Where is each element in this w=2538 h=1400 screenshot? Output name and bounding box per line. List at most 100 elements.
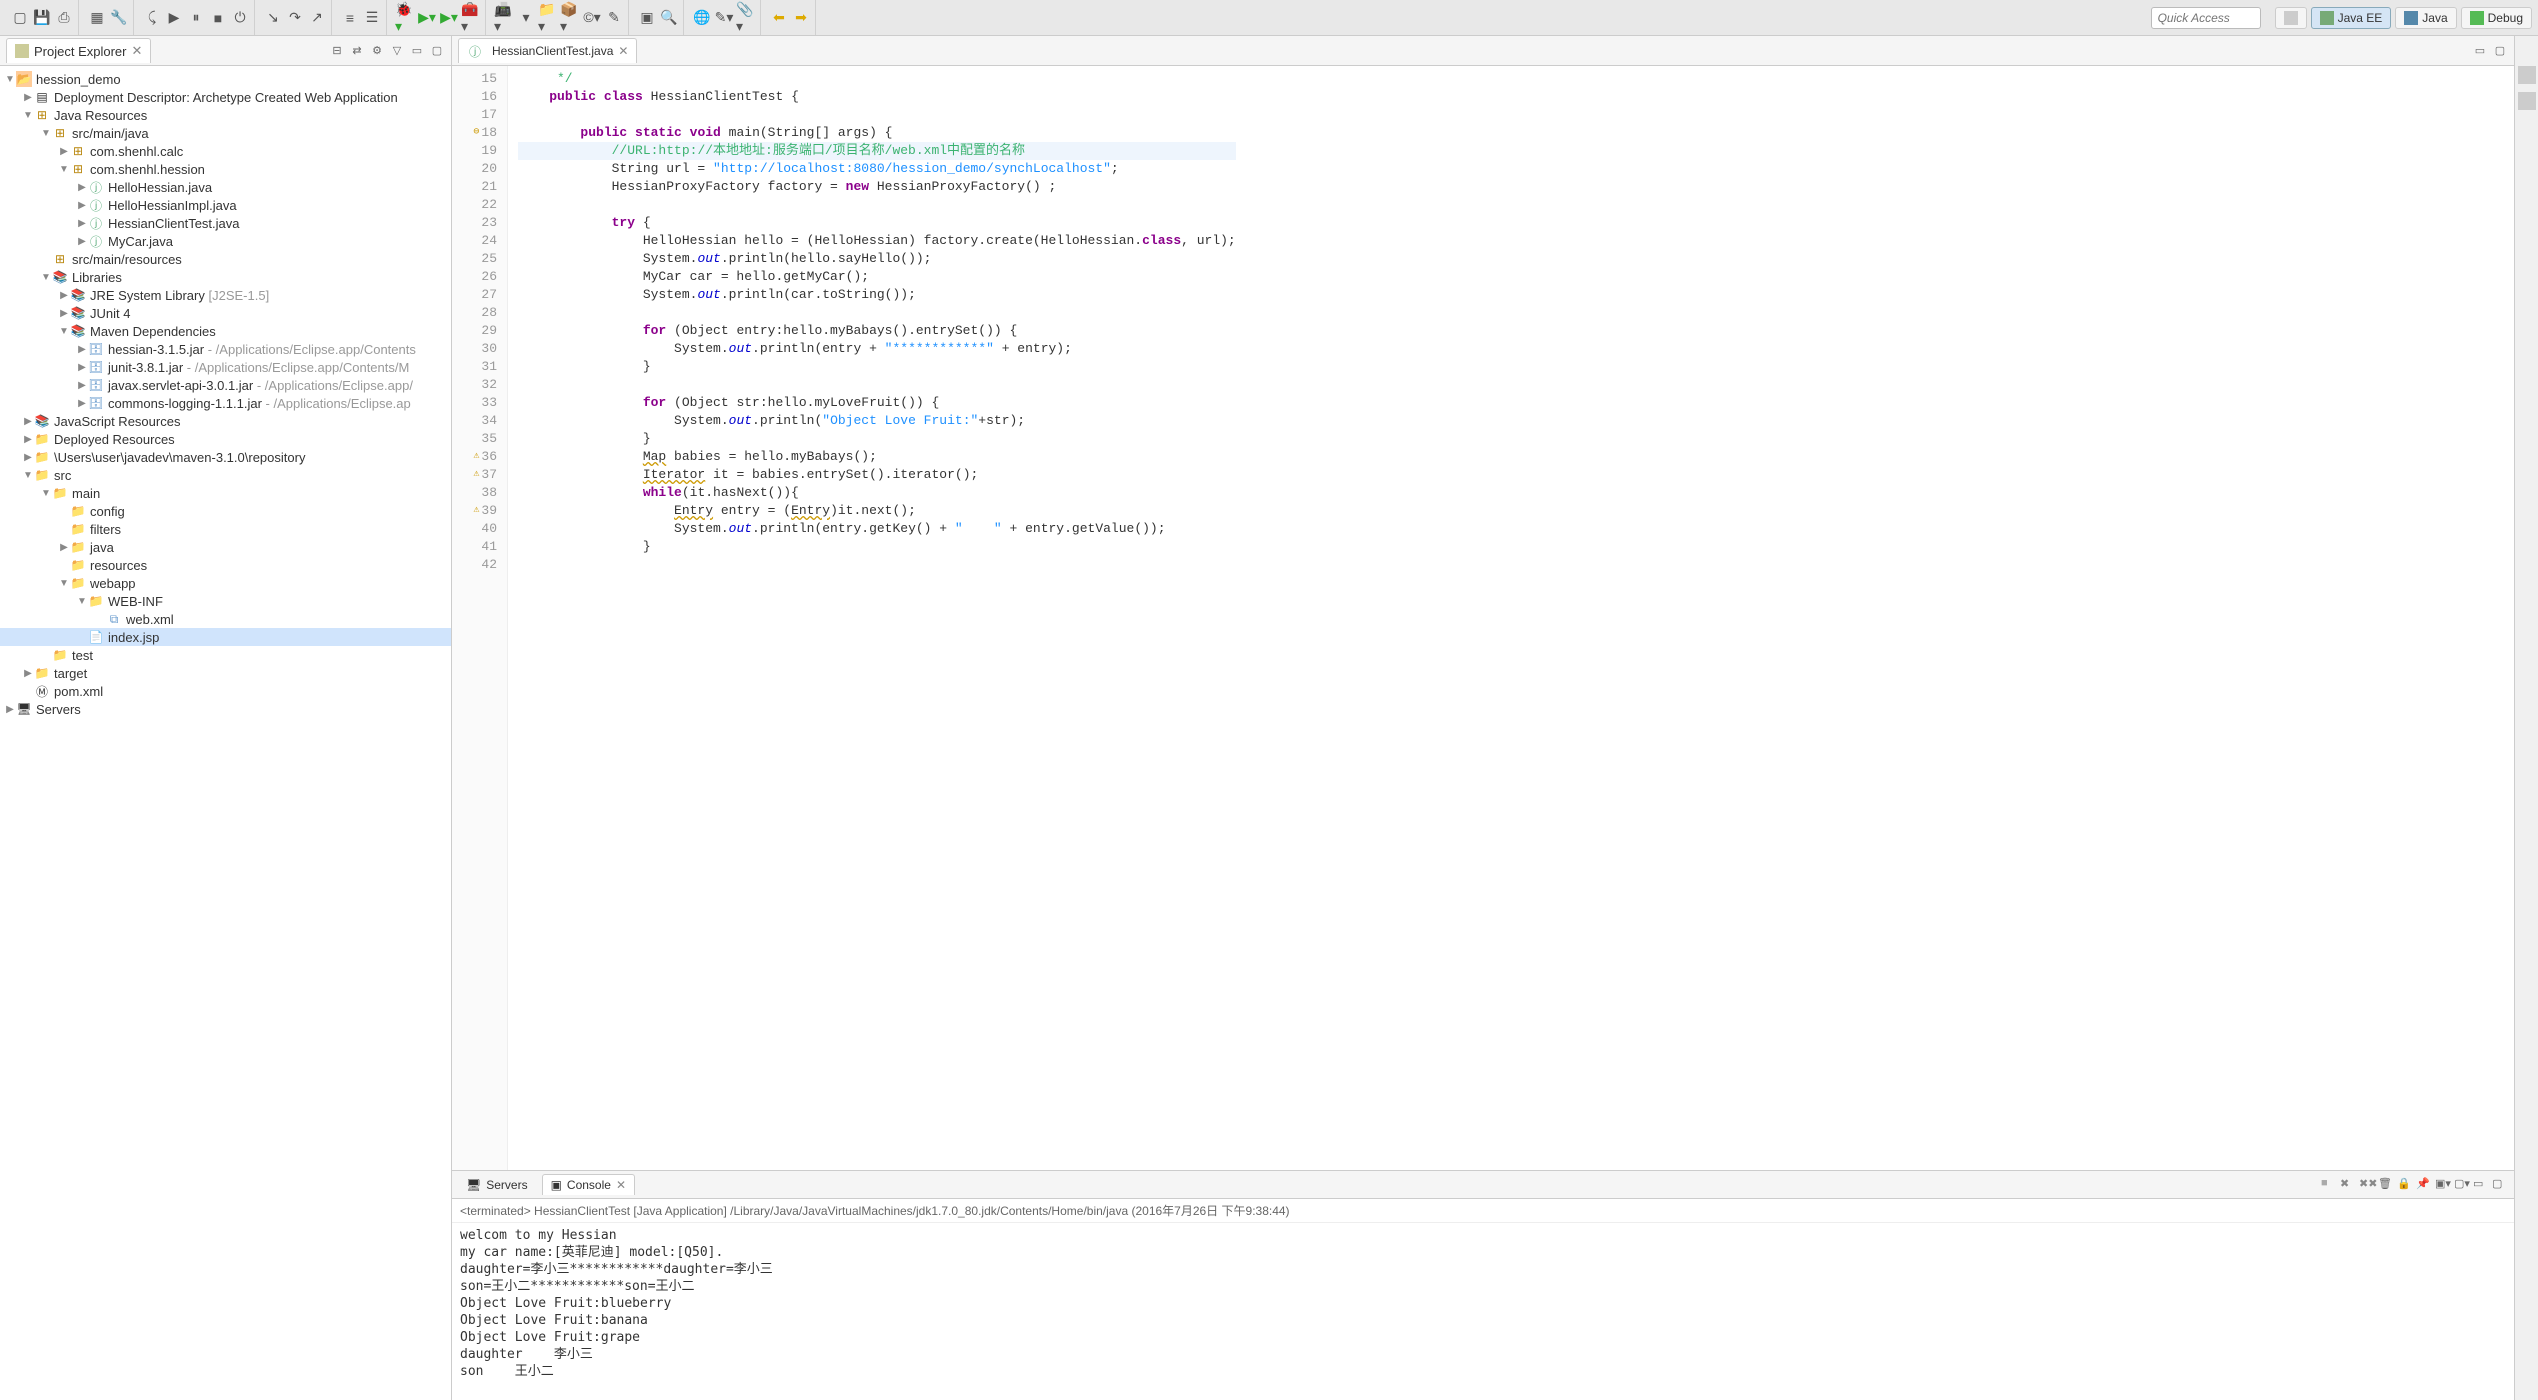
- tree-item[interactable]: ▶▤Deployment Descriptor: Archetype Creat…: [0, 88, 451, 106]
- save-icon[interactable]: 💾: [32, 8, 52, 28]
- expand-arrow-icon[interactable]: ▶: [22, 668, 34, 679]
- project-tree[interactable]: ▼📂hession_demo▶▤Deployment Descriptor: A…: [0, 66, 451, 1400]
- remove-all-icon[interactable]: ✖✖: [2359, 1177, 2375, 1193]
- tasklist-icon[interactable]: [2518, 92, 2536, 110]
- perspective-javaee[interactable]: Java EE: [2311, 7, 2392, 29]
- tree-item[interactable]: ▼📚Libraries: [0, 268, 451, 286]
- expand-arrow-icon[interactable]: ▶: [22, 92, 34, 103]
- step-into-icon[interactable]: ↘: [263, 8, 283, 28]
- debug-resume-icon[interactable]: ▶: [164, 8, 184, 28]
- terminate-icon[interactable]: ■: [2321, 1177, 2337, 1193]
- debug-skip-icon[interactable]: ⤹: [142, 8, 162, 28]
- tree-item[interactable]: ▶🗄hessian-3.1.5.jar - /Applications/Ecli…: [0, 340, 451, 358]
- new-ejb-icon[interactable]: ▾: [516, 8, 536, 28]
- build-icon[interactable]: 🔧: [109, 8, 129, 28]
- console-tab[interactable]: ▣ Console ✕: [542, 1174, 635, 1195]
- perspective-debug[interactable]: Debug: [2461, 7, 2532, 29]
- quick-access-input[interactable]: [2151, 7, 2261, 29]
- tree-item[interactable]: ▶🗄javax.servlet-api-3.0.1.jar - /Applica…: [0, 376, 451, 394]
- debug-disconnect-icon[interactable]: ⏻: [230, 8, 250, 28]
- format-icon[interactable]: ☰: [362, 8, 382, 28]
- minimize-icon[interactable]: ▭: [409, 43, 425, 59]
- close-icon[interactable]: ✕: [131, 43, 142, 59]
- debug-pause-icon[interactable]: ⏸: [186, 8, 206, 28]
- tree-item[interactable]: ⊞src/main/resources: [0, 250, 451, 268]
- expand-arrow-icon[interactable]: ▶: [4, 704, 16, 715]
- tree-item[interactable]: ▼⊞com.shenhl.hession: [0, 160, 451, 178]
- tree-item[interactable]: 📁resources: [0, 556, 451, 574]
- back-icon[interactable]: ⬅: [769, 8, 789, 28]
- new-icon[interactable]: ▢: [10, 8, 30, 28]
- project-root[interactable]: ▼📂hession_demo: [0, 70, 451, 88]
- tree-item[interactable]: ▼📁WEB-INF: [0, 592, 451, 610]
- task-icon[interactable]: ▣: [637, 8, 657, 28]
- clear-icon[interactable]: 🗑: [2378, 1177, 2394, 1193]
- tree-item[interactable]: ▼⊞Java Resources: [0, 106, 451, 124]
- editor-tab[interactable]: ⓙ HessianClientTest.java ✕: [458, 38, 637, 63]
- new-project-icon[interactable]: 📁▾: [538, 8, 558, 28]
- debug-dropdown-icon[interactable]: 🐞▾: [395, 8, 415, 28]
- tree-item[interactable]: ▼📚Maven Dependencies: [0, 322, 451, 340]
- run-last-icon[interactable]: ▶▾: [439, 8, 459, 28]
- expand-arrow-icon[interactable]: ▶: [22, 452, 34, 463]
- expand-arrow-icon[interactable]: ▶: [76, 344, 88, 355]
- tree-item[interactable]: ▶📁java: [0, 538, 451, 556]
- pin-icon[interactable]: 📌: [2416, 1177, 2432, 1193]
- expand-arrow-icon[interactable]: ▶: [58, 308, 70, 319]
- forward-icon[interactable]: ➡: [791, 8, 811, 28]
- wand-icon[interactable]: ✎: [604, 8, 624, 28]
- outline-icon[interactable]: [2518, 66, 2536, 84]
- expand-arrow-icon[interactable]: ▼: [58, 164, 70, 175]
- maximize-icon[interactable]: ▢: [429, 43, 445, 59]
- align-icon[interactable]: ≡: [340, 8, 360, 28]
- tree-item[interactable]: ▼⊞src/main/java: [0, 124, 451, 142]
- tree-item[interactable]: ▶📚JavaScript Resources: [0, 412, 451, 430]
- minimize-icon[interactable]: ▭: [2473, 1177, 2489, 1193]
- tree-item[interactable]: ⧉web.xml: [0, 610, 451, 628]
- console-output[interactable]: welcom to my Hessian my car name:[英菲尼迪] …: [452, 1223, 2514, 1400]
- tree-item[interactable]: ▶ⓙHessianClientTest.java: [0, 214, 451, 232]
- debug-stop-icon[interactable]: ■: [208, 8, 228, 28]
- tree-item[interactable]: ▶🖥Servers: [0, 700, 451, 718]
- expand-arrow-icon[interactable]: ▶: [58, 290, 70, 301]
- tree-item[interactable]: 📁filters: [0, 520, 451, 538]
- close-icon[interactable]: ✕: [616, 1178, 626, 1192]
- file-index-jsp[interactable]: 📄index.jsp: [0, 628, 451, 646]
- expand-arrow-icon[interactable]: ▶: [22, 434, 34, 445]
- filter-icon[interactable]: ⚙: [369, 43, 385, 59]
- expand-arrow-icon[interactable]: ▶: [58, 146, 70, 157]
- expand-arrow-icon[interactable]: ▼: [22, 470, 34, 481]
- tree-item[interactable]: ▶ⓙHelloHessianImpl.java: [0, 196, 451, 214]
- tree-item[interactable]: ▶⊞com.shenhl.calc: [0, 142, 451, 160]
- new-class-icon[interactable]: ©▾: [582, 8, 602, 28]
- tree-item[interactable]: ▼📁webapp: [0, 574, 451, 592]
- external-tools-icon[interactable]: 🧰▾: [461, 8, 481, 28]
- view-menu-icon[interactable]: ▽: [389, 43, 405, 59]
- expand-arrow-icon[interactable]: ▶: [76, 236, 88, 247]
- collapse-all-icon[interactable]: ⊟: [329, 43, 345, 59]
- maximize-icon[interactable]: ▢: [2492, 43, 2508, 59]
- display-selected-icon[interactable]: ▣▾: [2435, 1177, 2451, 1193]
- step-over-icon[interactable]: ↷: [285, 8, 305, 28]
- tree-item[interactable]: ▶ⓙHelloHessian.java: [0, 178, 451, 196]
- tree-item[interactable]: ▶📁target: [0, 664, 451, 682]
- expand-arrow-icon[interactable]: ▶: [22, 416, 34, 427]
- code-editor[interactable]: 151617⊖181920212223242526272829303132333…: [452, 66, 2514, 1170]
- new-server-icon[interactable]: 📠▾: [494, 8, 514, 28]
- annotation-icon[interactable]: ✎▾: [714, 8, 734, 28]
- tree-item[interactable]: 📁config: [0, 502, 451, 520]
- tree-item[interactable]: ▶📁Deployed Resources: [0, 430, 451, 448]
- tree-item[interactable]: Ⓜpom.xml: [0, 682, 451, 700]
- tree-item[interactable]: ▶🗄commons-logging-1.1.1.jar - /Applicati…: [0, 394, 451, 412]
- bookmark-icon[interactable]: 📎▾: [736, 8, 756, 28]
- expand-arrow-icon[interactable]: ▶: [76, 380, 88, 391]
- scroll-lock-icon[interactable]: 🔒: [2397, 1177, 2413, 1193]
- tree-item[interactable]: ▶🗄junit-3.8.1.jar - /Applications/Eclips…: [0, 358, 451, 376]
- servers-tab[interactable]: 🖥 Servers: [458, 1175, 536, 1195]
- maximize-icon[interactable]: ▢: [2492, 1177, 2508, 1193]
- tree-item[interactable]: ▶📚JUnit 4: [0, 304, 451, 322]
- expand-arrow-icon[interactable]: ▶: [76, 398, 88, 409]
- perspective-java[interactable]: Java: [2395, 7, 2456, 29]
- toggle-icon[interactable]: ▦: [87, 8, 107, 28]
- tree-item[interactable]: ▶ⓙMyCar.java: [0, 232, 451, 250]
